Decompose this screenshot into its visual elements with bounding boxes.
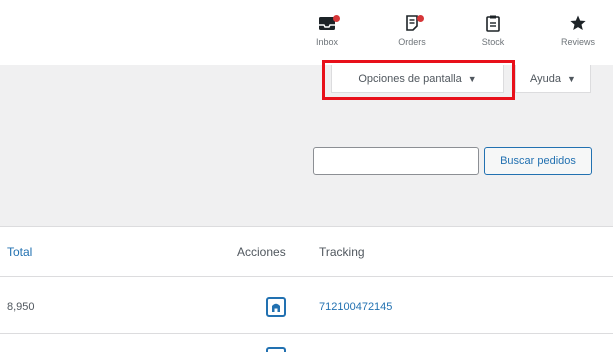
column-header-tracking: Tracking <box>319 245 365 259</box>
order-total: 8,950 <box>7 301 35 313</box>
search-orders-input[interactable] <box>313 147 479 175</box>
help-label: Ayuda <box>530 72 562 85</box>
screen-options-highlight <box>322 60 515 100</box>
help-button[interactable]: Ayuda ▼ <box>515 65 591 93</box>
stock-icon <box>465 14 521 36</box>
activity-orders-label: Orders <box>398 37 426 47</box>
orders-icon <box>384 14 440 36</box>
reviews-icon <box>550 14 606 36</box>
activity-inbox-label: Inbox <box>315 37 339 47</box>
column-header-actions: Acciones <box>237 245 286 259</box>
inbox-badge <box>333 15 340 22</box>
activity-reviews-label: Reviews <box>560 37 595 47</box>
orders-table: Total Acciones Tracking 8,950 7121004721… <box>0 226 613 352</box>
search-orders-button[interactable]: Buscar pedidos <box>484 147 592 175</box>
table-row[interactable]: 8,950 712100472145 <box>0 278 613 334</box>
activity-orders[interactable]: Orders <box>384 14 440 47</box>
column-header-total[interactable]: Total <box>7 245 32 259</box>
activity-stock[interactable]: Stock <box>465 14 521 47</box>
activity-stock-label: Stock <box>481 37 505 47</box>
tracking-link[interactable]: 712100472145 <box>319 301 392 313</box>
activity-inbox[interactable]: Inbox <box>299 14 355 47</box>
chevron-down-icon: ▼ <box>567 73 576 84</box>
table-header: Total Acciones Tracking <box>0 227 613 277</box>
activity-bar: Inbox Orders Stock Reviews <box>0 0 613 65</box>
storefront-icon <box>272 303 280 312</box>
orders-badge <box>417 15 424 22</box>
order-action-button[interactable] <box>266 297 286 317</box>
activity-reviews[interactable]: Reviews <box>550 14 606 47</box>
order-action-button-partial[interactable] <box>266 347 286 352</box>
inbox-icon <box>299 14 355 36</box>
